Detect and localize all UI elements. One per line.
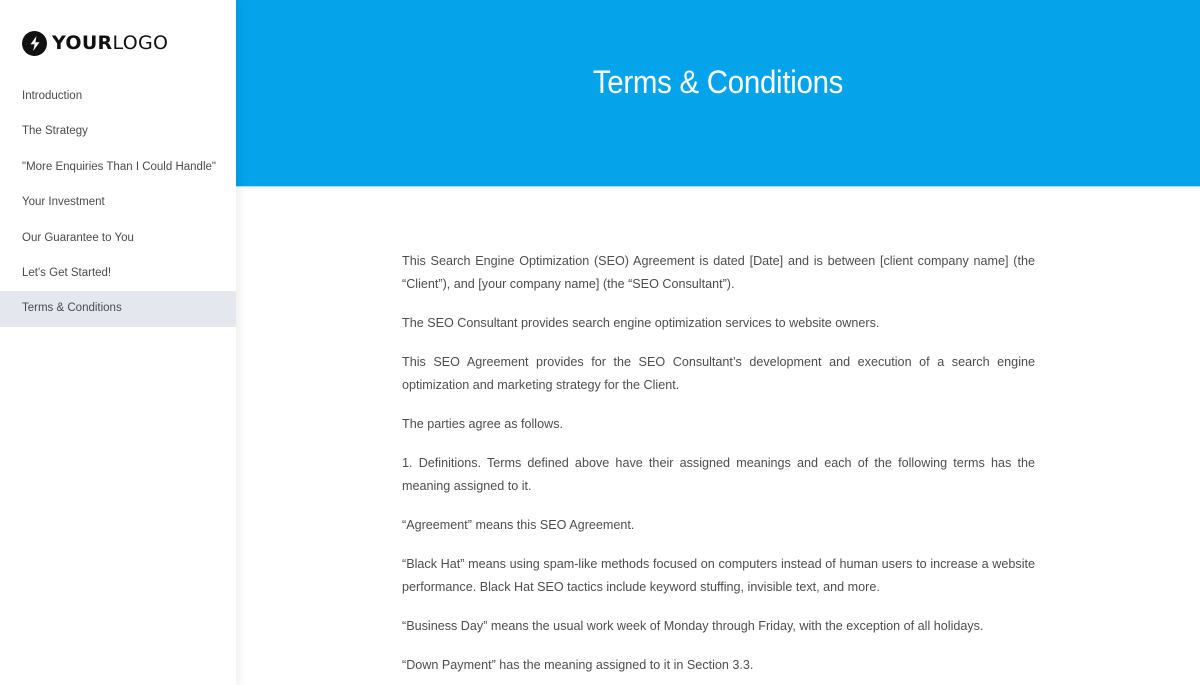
logo-text-light: LOGO xyxy=(112,32,169,54)
logo[interactable]: YOURLOGO xyxy=(22,30,168,56)
paragraph-definitions: 1. Definitions. Terms defined above have… xyxy=(402,456,1035,493)
sidebar-item-terms-conditions[interactable]: Terms & Conditions xyxy=(0,291,236,327)
sidebar-item-lets-get-started[interactable]: Let's Get Started! xyxy=(0,256,236,291)
sidebar-item-introduction[interactable]: Introduction xyxy=(0,79,236,114)
paragraph-parties-agree: The parties agree as follows. xyxy=(402,417,564,431)
definition-down-payment: “Down Payment” has the meaning assigned … xyxy=(402,658,754,672)
logo-text-bold: YOUR xyxy=(52,32,113,54)
sidebar-item-more-enquiries[interactable]: "More Enquiries Than I Could Handle" xyxy=(0,150,236,185)
definition-business-day: “Business Day” means the usual work week… xyxy=(402,619,984,633)
paragraph-agreement-purpose: This SEO Agreement provides for the SEO … xyxy=(402,355,1035,392)
page-title: Terms & Conditions xyxy=(592,64,844,100)
sidebar-item-your-investment[interactable]: Your Investment xyxy=(0,185,236,220)
paragraph-consultant-services: The SEO Consultant provides search engin… xyxy=(402,316,880,330)
lightning-bolt-icon xyxy=(22,30,47,56)
sidebar-item-our-guarantee[interactable]: Our Guarantee to You xyxy=(0,221,236,256)
page-header: Terms & Conditions xyxy=(236,0,1200,187)
document-body: This Search Engine Optimization (SEO) Ag… xyxy=(402,250,1035,685)
sidebar-nav: Introduction The Strategy "More Enquirie… xyxy=(0,79,236,327)
paragraph-agreement-intro: This Search Engine Optimization (SEO) Ag… xyxy=(402,254,1035,291)
logo-text: YOURLOGO xyxy=(52,32,168,54)
sidebar-item-the-strategy[interactable]: The Strategy xyxy=(0,114,236,149)
definition-agreement: “Agreement” means this SEO Agreement. xyxy=(402,518,635,532)
definition-black-hat: “Black Hat” means using spam-like method… xyxy=(402,557,1035,594)
page: YOURLOGO Introduction The Strategy "More… xyxy=(0,0,1200,685)
sidebar: YOURLOGO Introduction The Strategy "More… xyxy=(0,0,236,685)
